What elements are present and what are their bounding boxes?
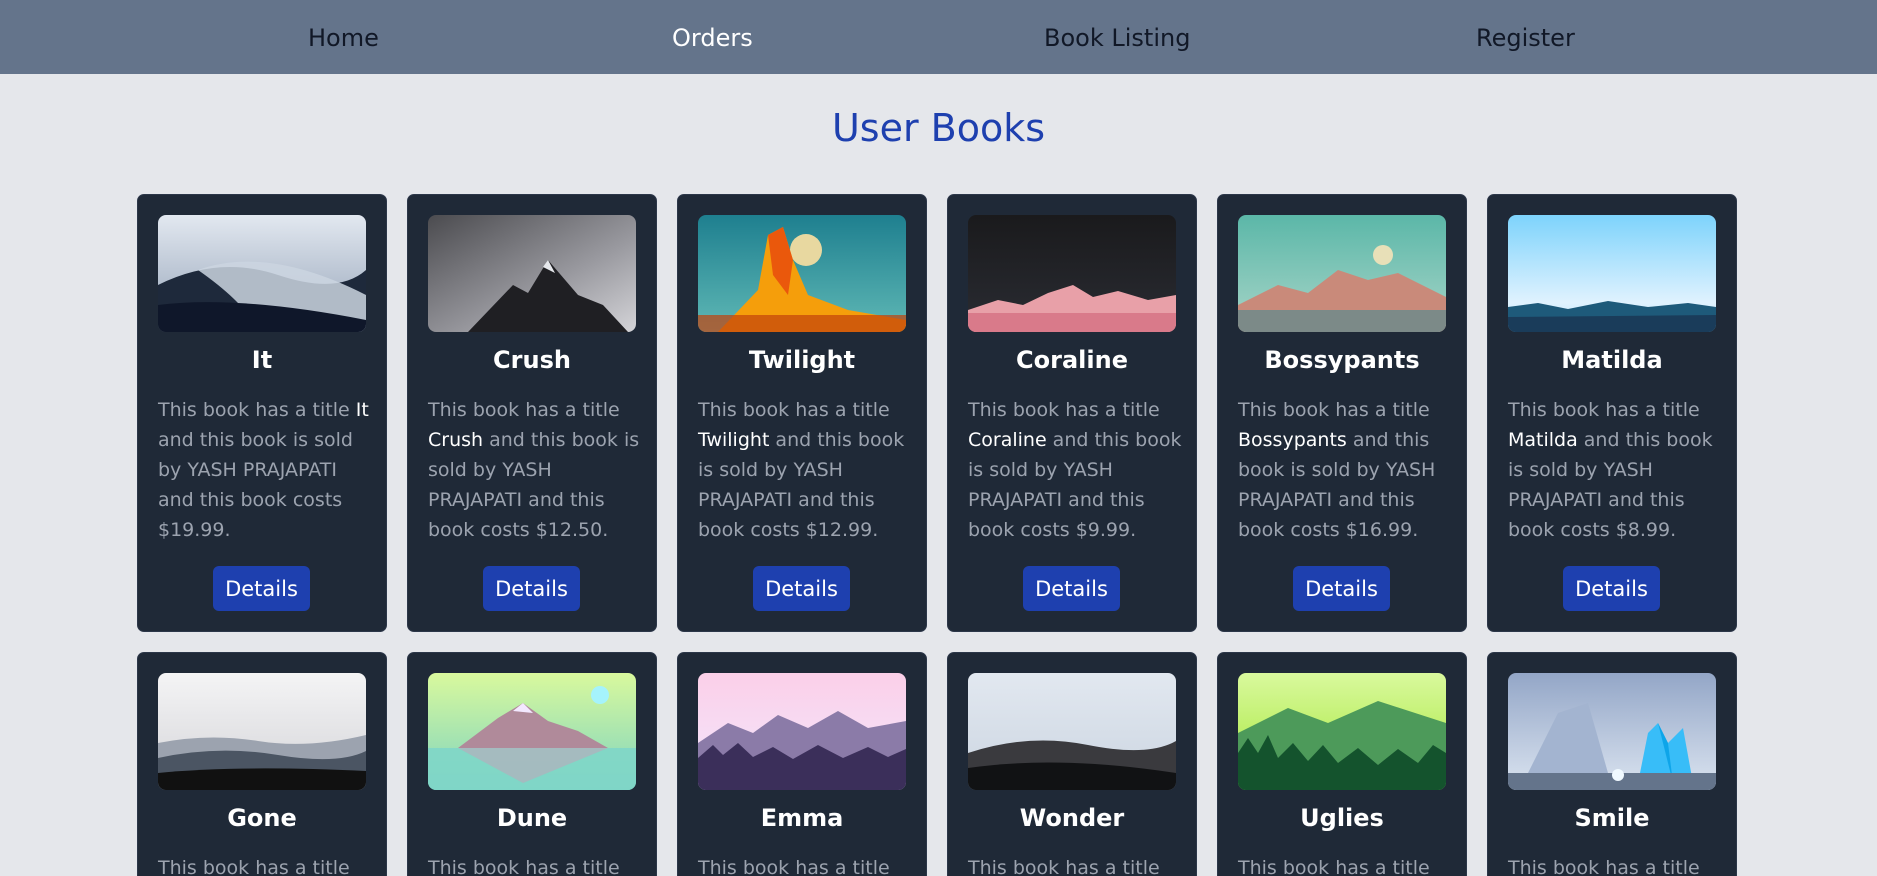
book-card: Emma This book has a title Emma (677, 652, 927, 876)
book-title-highlight: Coraline (968, 429, 1047, 451)
book-description: This book has a title Bossypants and thi… (1238, 399, 1436, 541)
book-title: Crush (493, 346, 571, 374)
book-card: Twilight This book has a title Twilight a… (677, 194, 927, 632)
book-title: Dune (496, 804, 568, 832)
book-cover-image (1508, 215, 1716, 332)
book-cover-image (698, 215, 906, 332)
nav-orders-link[interactable]: Orders (672, 0, 753, 74)
book-title: Coraline (1016, 346, 1128, 374)
details-button[interactable]: Details (1293, 566, 1390, 611)
book-cover-image (968, 215, 1176, 332)
book-card: Smile This book has a title Smile (1487, 652, 1737, 876)
book-cover-image (158, 215, 366, 332)
book-description: This book has a title Uglies (1238, 857, 1430, 876)
book-title: Matilda (1561, 346, 1663, 374)
book-title-highlight: Twilight (698, 429, 770, 451)
book-description: This book has a title It and this book i… (158, 399, 369, 541)
book-title-highlight: Bossypants (1238, 429, 1347, 451)
book-title-highlight: Crush (428, 429, 484, 451)
book-description: This book has a title Crush and this boo… (428, 399, 640, 541)
book-card: Bossypants This book has a title Bossypan… (1217, 194, 1467, 632)
book-description: This book has a title Smile (1508, 857, 1700, 876)
book-cover-image (698, 673, 906, 790)
details-button[interactable]: Details (213, 566, 310, 611)
book-cover-image (158, 673, 366, 790)
book-description: This book has a title Emma (698, 857, 890, 876)
book-card: Matilda This book has a title Matilda and… (1487, 194, 1737, 632)
details-button[interactable]: Details (753, 566, 850, 611)
book-card: Crush This book has a title Crush and thi… (407, 194, 657, 632)
details-button[interactable]: Details (1563, 566, 1660, 611)
book-cover-image (428, 673, 636, 790)
book-card: Wonder This book has a title Wonder (947, 652, 1197, 876)
book-title-highlight: It (355, 399, 369, 421)
book-title: Wonder (1019, 804, 1125, 832)
book-cover-image (1508, 673, 1716, 790)
book-description: This book has a title Coraline and this … (968, 399, 1182, 541)
book-description: This book has a title Dune (428, 857, 620, 876)
book-card: Coraline This book has a title Coraline a… (947, 194, 1197, 632)
book-cover-image (1238, 673, 1446, 790)
nav-register-link[interactable]: Register (1476, 0, 1575, 74)
book-title-highlight: Matilda (1508, 429, 1578, 451)
book-description: This book has a title Gone (158, 857, 350, 876)
book-card: It This book has a title It and this book… (137, 194, 387, 632)
book-title: Smile (1574, 804, 1650, 832)
book-card: Dune This book has a title Dune (407, 652, 657, 876)
book-cover-image (968, 673, 1176, 790)
book-title: Gone (227, 804, 297, 832)
nav-book-listing-link[interactable]: Book Listing (1044, 0, 1190, 74)
book-title: Emma (760, 804, 844, 832)
top-navbar: Home Orders Book Listing Register (0, 0, 1877, 74)
book-title: Twilight (748, 346, 856, 374)
book-cover-image (428, 215, 636, 332)
details-button[interactable]: Details (483, 566, 580, 611)
book-description: This book has a title Wonder (968, 857, 1160, 876)
book-card: Uglies This book has a title Uglies (1217, 652, 1467, 876)
nav-home-link[interactable]: Home (308, 0, 379, 74)
book-description: This book has a title Matilda and this b… (1508, 399, 1713, 541)
book-title: Uglies (1300, 804, 1384, 832)
book-title: Bossypants (1264, 346, 1420, 374)
page-title: User Books (831, 106, 1046, 150)
details-button[interactable]: Details (1023, 566, 1120, 611)
book-description: This book has a title Twilight and this … (698, 399, 905, 541)
book-title: It (251, 346, 273, 374)
book-card: Gone This book has a title Gone (137, 652, 387, 876)
book-cover-image (1238, 215, 1446, 332)
